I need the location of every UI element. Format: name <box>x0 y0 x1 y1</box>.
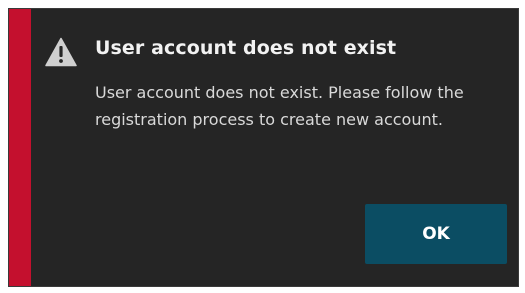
ok-button[interactable]: OK <box>365 204 507 264</box>
error-dialog: User account does not exist User account… <box>8 8 519 287</box>
dialog-message: User account does not exist. Please foll… <box>95 83 464 129</box>
error-accent-bar <box>9 9 31 286</box>
dialog-title: User account does not exist <box>95 37 397 59</box>
warning-icon <box>45 37 77 67</box>
